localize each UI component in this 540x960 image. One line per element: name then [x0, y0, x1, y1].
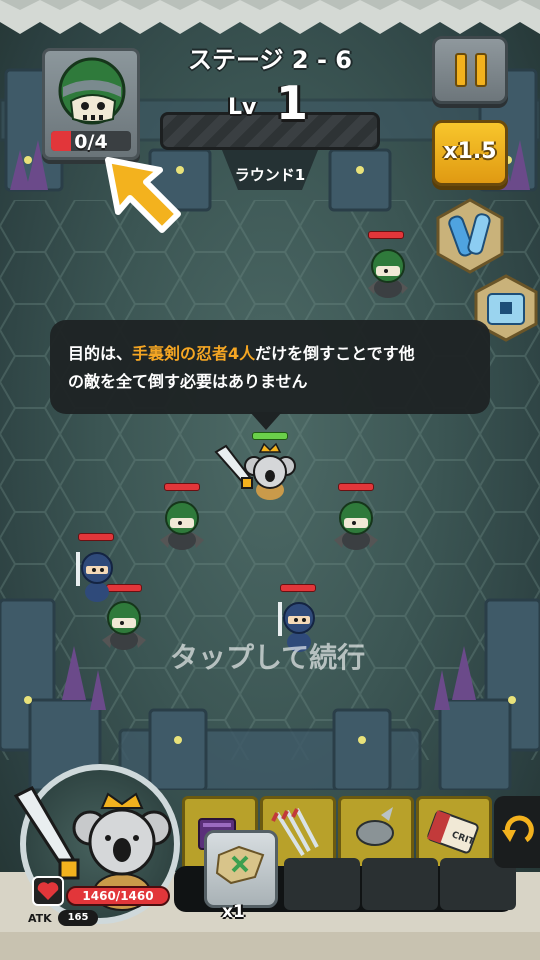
enemy-hp-bar: [164, 483, 200, 491]
game-stage[interactable]: 0/4 ステージ 2 - 6 Lv 1 ラウンド1 x1.5 目的は、手裏剣の忍…: [0, 0, 540, 960]
enemy-hp-bar: [78, 533, 114, 541]
objective-text-part1: 目的は、: [68, 344, 133, 363]
tooltip-tail: [250, 412, 282, 430]
objective-text-line2: の敵を全て倒す必要はありません: [68, 372, 308, 391]
stage-title: ステージ 2 - 6: [188, 46, 352, 74]
atk-label: ATK: [28, 912, 52, 925]
inventory-slot[interactable]: [284, 858, 360, 910]
shuriken-ninja-enemy[interactable]: [362, 244, 414, 300]
objective-highlight: 手裏剣の忍者4人: [132, 344, 256, 363]
objective-text: 目的は、手裏剣の忍者4人だけを倒すことです他 の敵を全て倒す必要はありません: [68, 340, 480, 396]
target-card: 0/4: [42, 48, 140, 160]
speed-label: x1.5: [443, 139, 497, 164]
castle-wall-bottom: [0, 598, 540, 790]
round-label: ラウンド1: [234, 166, 306, 184]
hero-hp-text: 1460/1460: [66, 886, 170, 906]
item-quantity: x1: [222, 902, 245, 922]
enemy-hp-bar: [368, 231, 404, 239]
shuriken-ninja-enemy[interactable]: [330, 496, 382, 552]
speed-button[interactable]: x1.5: [432, 120, 508, 186]
level-prefix: Lv: [228, 95, 257, 120]
objective-text-part2: だけを倒すことです他: [255, 344, 415, 363]
enemy-hp-bar: [338, 483, 374, 491]
sword-ninja-enemy[interactable]: [70, 546, 120, 606]
hero-hp-bar: [252, 432, 288, 440]
level-value: 1: [276, 76, 309, 130]
skull-bandana-icon: [58, 57, 126, 125]
inventory-slot[interactable]: [362, 858, 438, 910]
map-item-card[interactable]: [204, 830, 278, 908]
refresh-arrow-icon: [502, 815, 534, 843]
pause-icon-bar: [475, 53, 487, 87]
enemy-hp-bar: [280, 584, 316, 592]
reroll-button[interactable]: [494, 796, 540, 868]
top-border: [0, 0, 540, 34]
tap-to-continue[interactable]: タップして続行: [170, 636, 365, 676]
pause-button[interactable]: [432, 36, 508, 104]
scroll-icon[interactable]: [434, 196, 506, 274]
heart-icon: [32, 876, 64, 906]
shuriken-ninja-enemy[interactable]: [156, 496, 208, 552]
tutorial-arrow-icon: [105, 157, 181, 233]
atk-value: 165: [58, 910, 98, 926]
map-icon: [215, 845, 265, 885]
level-progress-bar: [160, 112, 380, 150]
pause-icon: [455, 53, 467, 87]
koala-hero-unit[interactable]: [212, 440, 296, 504]
